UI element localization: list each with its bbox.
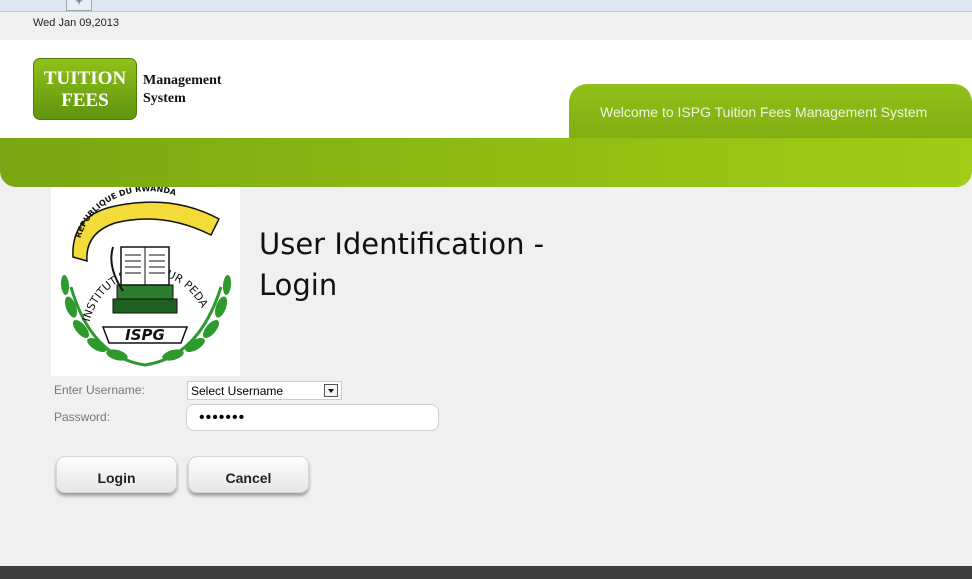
emblem-acronym: ISPG xyxy=(125,326,165,344)
logo-title-line1: TUITION xyxy=(43,68,127,89)
new-tab-button[interactable]: + xyxy=(66,0,92,11)
password-field[interactable]: ••••••• xyxy=(186,404,439,431)
logo: TUITION FEES xyxy=(33,58,137,120)
footer-bar xyxy=(0,566,972,579)
emblem-icon: REPUBLIQUE DU RWANDA INSTITUT SUPERIEUR … xyxy=(47,177,232,367)
current-date: Wed Jan 09,2013 xyxy=(33,17,120,29)
chevron-down-icon[interactable] xyxy=(324,384,338,397)
institution-emblem: REPUBLIQUE DU RWANDA INSTITUT SUPERIEUR … xyxy=(47,177,240,376)
username-select-value: Select Username xyxy=(191,384,284,398)
browser-tab-strip: + xyxy=(0,0,972,12)
page-title-line2: Login xyxy=(259,268,338,302)
page-title: User Identification - Login xyxy=(259,224,544,306)
username-label: Enter Username: xyxy=(54,383,145,397)
logo-subtitle-line2: System xyxy=(143,91,186,106)
password-label: Password: xyxy=(54,410,111,424)
cancel-button[interactable]: Cancel xyxy=(188,456,309,493)
username-select[interactable]: Select Username xyxy=(187,381,342,400)
nav-band xyxy=(0,138,972,187)
logo-title-line2: FEES xyxy=(61,90,109,111)
page-title-line1: User Identification - xyxy=(259,227,545,261)
date-bar: Wed Jan 09,2013 xyxy=(0,12,972,40)
welcome-message: Welcome to ISPG Tuition Fees Management … xyxy=(600,104,928,120)
logo-subtitle-line1: Management xyxy=(143,73,222,88)
login-button[interactable]: Login xyxy=(56,456,177,493)
